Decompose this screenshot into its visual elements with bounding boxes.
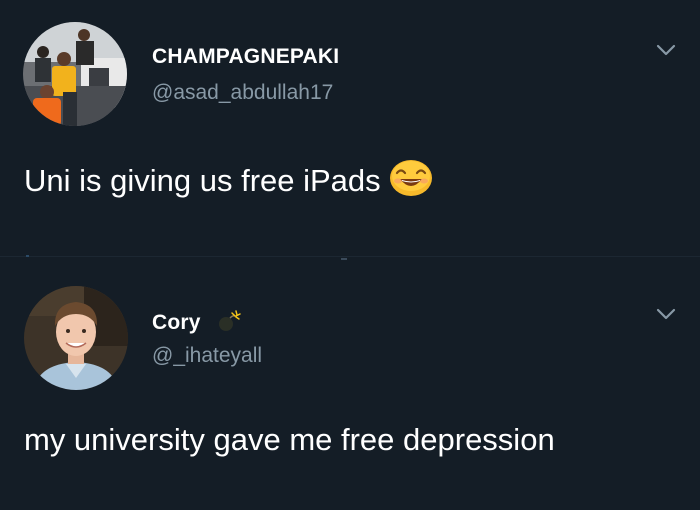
tweet-card[interactable]: Cory @_ihateyall my university gave me f… [0, 262, 700, 510]
tweet-text: Uni is giving us free iPads [24, 159, 433, 205]
tweet-divider [0, 256, 700, 257]
user-handle[interactable]: @asad_abdullah17 [152, 81, 333, 105]
portrait-photo-avatar [24, 286, 128, 390]
display-name[interactable]: CHAMPAGNEPAKI [152, 45, 339, 69]
group-photo-avatar [23, 22, 127, 126]
user-handle[interactable]: @_ihateyall [152, 344, 262, 368]
tweet-text: my university gave me free depression [24, 422, 555, 457]
smiling-face-icon [389, 159, 433, 205]
chevron-down-icon[interactable] [654, 38, 678, 62]
tweet-card[interactable]: CHAMPAGNEPAKI @asad_abdullah17 Uni is gi… [0, 0, 700, 250]
tweet-text-content: Uni is giving us free iPads [24, 163, 381, 198]
divider-speck [26, 255, 29, 257]
bomb-emoji-icon [214, 309, 242, 333]
chevron-down-icon[interactable] [654, 302, 678, 326]
avatar[interactable] [23, 22, 127, 126]
display-name[interactable]: Cory [152, 311, 201, 335]
divider-speck [341, 258, 347, 260]
avatar[interactable] [24, 286, 128, 390]
